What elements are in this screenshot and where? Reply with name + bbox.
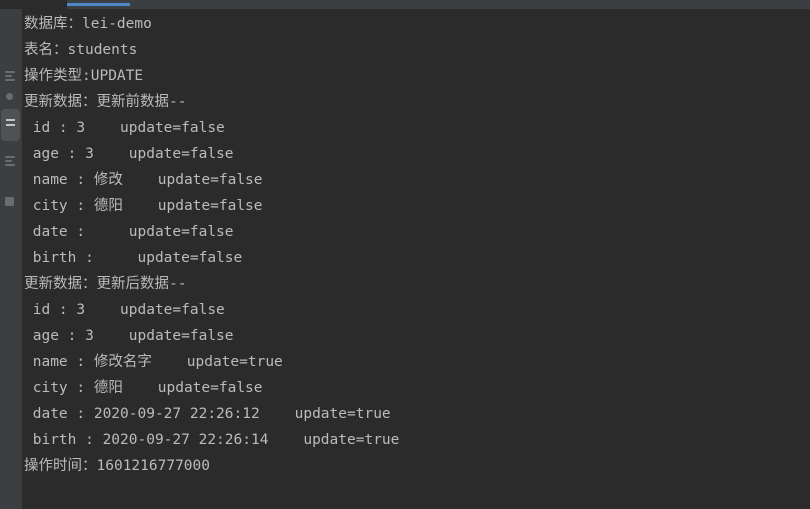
console-line: 操作类型:UPDATE (24, 68, 144, 84)
list-icon[interactable] (2, 154, 18, 168)
console-line: birth : update=false (24, 250, 243, 266)
active-tab-underline[interactable] (67, 3, 130, 6)
console-line: date : update=false (24, 224, 234, 240)
console-line-list: 数据库：lei-demo 表名：students 操作类型:UPDATE 更新数… (22, 9, 810, 509)
console-separator-line: ----------------------------------------… (22, 505, 810, 509)
console-line: date : 2020-09-27 22:26:12 update=true (24, 406, 391, 422)
circle-icon[interactable] (2, 89, 18, 103)
console-line: birth : 2020-09-27 22:26:14 update=true (24, 432, 400, 448)
console-line: city : 德阳 update=false (24, 380, 263, 396)
console-line: 表名：students (24, 42, 138, 58)
console-line: 数据库：lei-demo (24, 16, 152, 32)
console-line: age : 3 update=false (24, 328, 234, 344)
console-output[interactable]: 数据库：lei-demo 表名：students 操作类型:UPDATE 更新数… (22, 9, 810, 509)
tab-strip (0, 0, 810, 9)
console-line: id : 3 update=false (24, 302, 225, 318)
console-line: 更新数据：更新前数据-- (24, 94, 187, 110)
console-line: city : 德阳 update=false (24, 198, 263, 214)
square-icon[interactable] (2, 194, 18, 208)
scroll-lock-button[interactable] (1, 109, 20, 141)
console-line: age : 3 update=false (24, 146, 234, 162)
console-line: name : 修改 update=false (24, 172, 263, 188)
console-line: 操作时间：1601216777000 (24, 458, 210, 474)
console-line: id : 3 update=false (24, 120, 225, 136)
tab-strip-left-spacer (0, 0, 67, 9)
console-line: 更新数据：更新后数据-- (24, 276, 187, 292)
ide-console-window: 数据库：lei-demo 表名：students 操作类型:UPDATE 更新数… (0, 0, 810, 509)
list-icon[interactable] (2, 69, 18, 83)
console-line: name : 修改名字 update=true (24, 354, 283, 370)
left-gutter-toolbar[interactable] (0, 9, 22, 509)
